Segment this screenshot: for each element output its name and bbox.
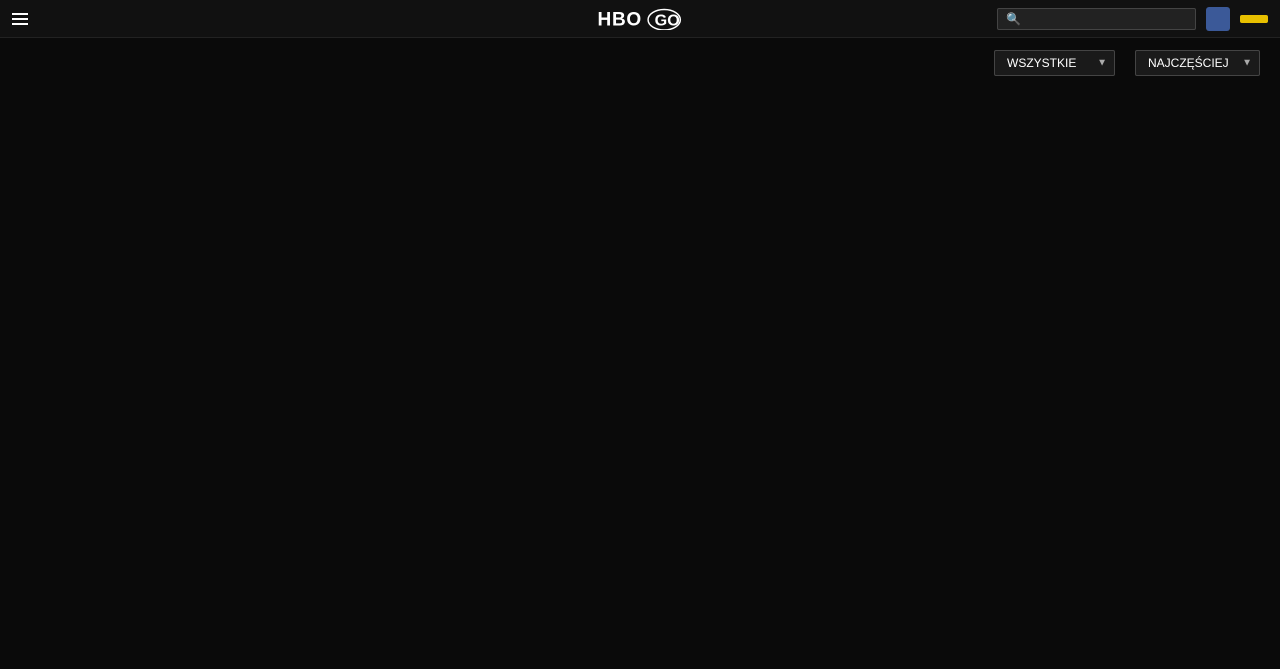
hamburger-icon: [12, 13, 28, 25]
search-input[interactable]: [1027, 12, 1187, 26]
hbo-logo-svg: HBO GO: [596, 8, 684, 30]
topnav: HBO GO 🔍: [0, 0, 1280, 38]
search-icon: 🔍: [1006, 12, 1021, 26]
filter-select[interactable]: WSZYSTKIE SERIALE FILMY DOKUMENTY: [994, 50, 1115, 76]
content-grid: [0, 88, 1280, 98]
login-button[interactable]: [1240, 15, 1268, 23]
svg-text:HBO: HBO: [597, 9, 642, 29]
facebook-button[interactable]: [1206, 7, 1230, 31]
menu-button[interactable]: [12, 13, 34, 25]
sort-select[interactable]: NAJCZĘŚCIEJ NAJNOWSZE A-Z: [1135, 50, 1260, 76]
filterbar: WSZYSTKIE SERIALE FILMY DOKUMENTY NAJCZĘ…: [0, 38, 1280, 88]
filter-select-wrapper: WSZYSTKIE SERIALE FILMY DOKUMENTY: [994, 50, 1115, 76]
hbo-logo[interactable]: HBO GO: [596, 8, 684, 30]
sort-select-wrapper: NAJCZĘŚCIEJ NAJNOWSZE A-Z: [1135, 50, 1260, 76]
nav-right: 🔍: [997, 7, 1268, 31]
search-box[interactable]: 🔍: [997, 8, 1196, 30]
